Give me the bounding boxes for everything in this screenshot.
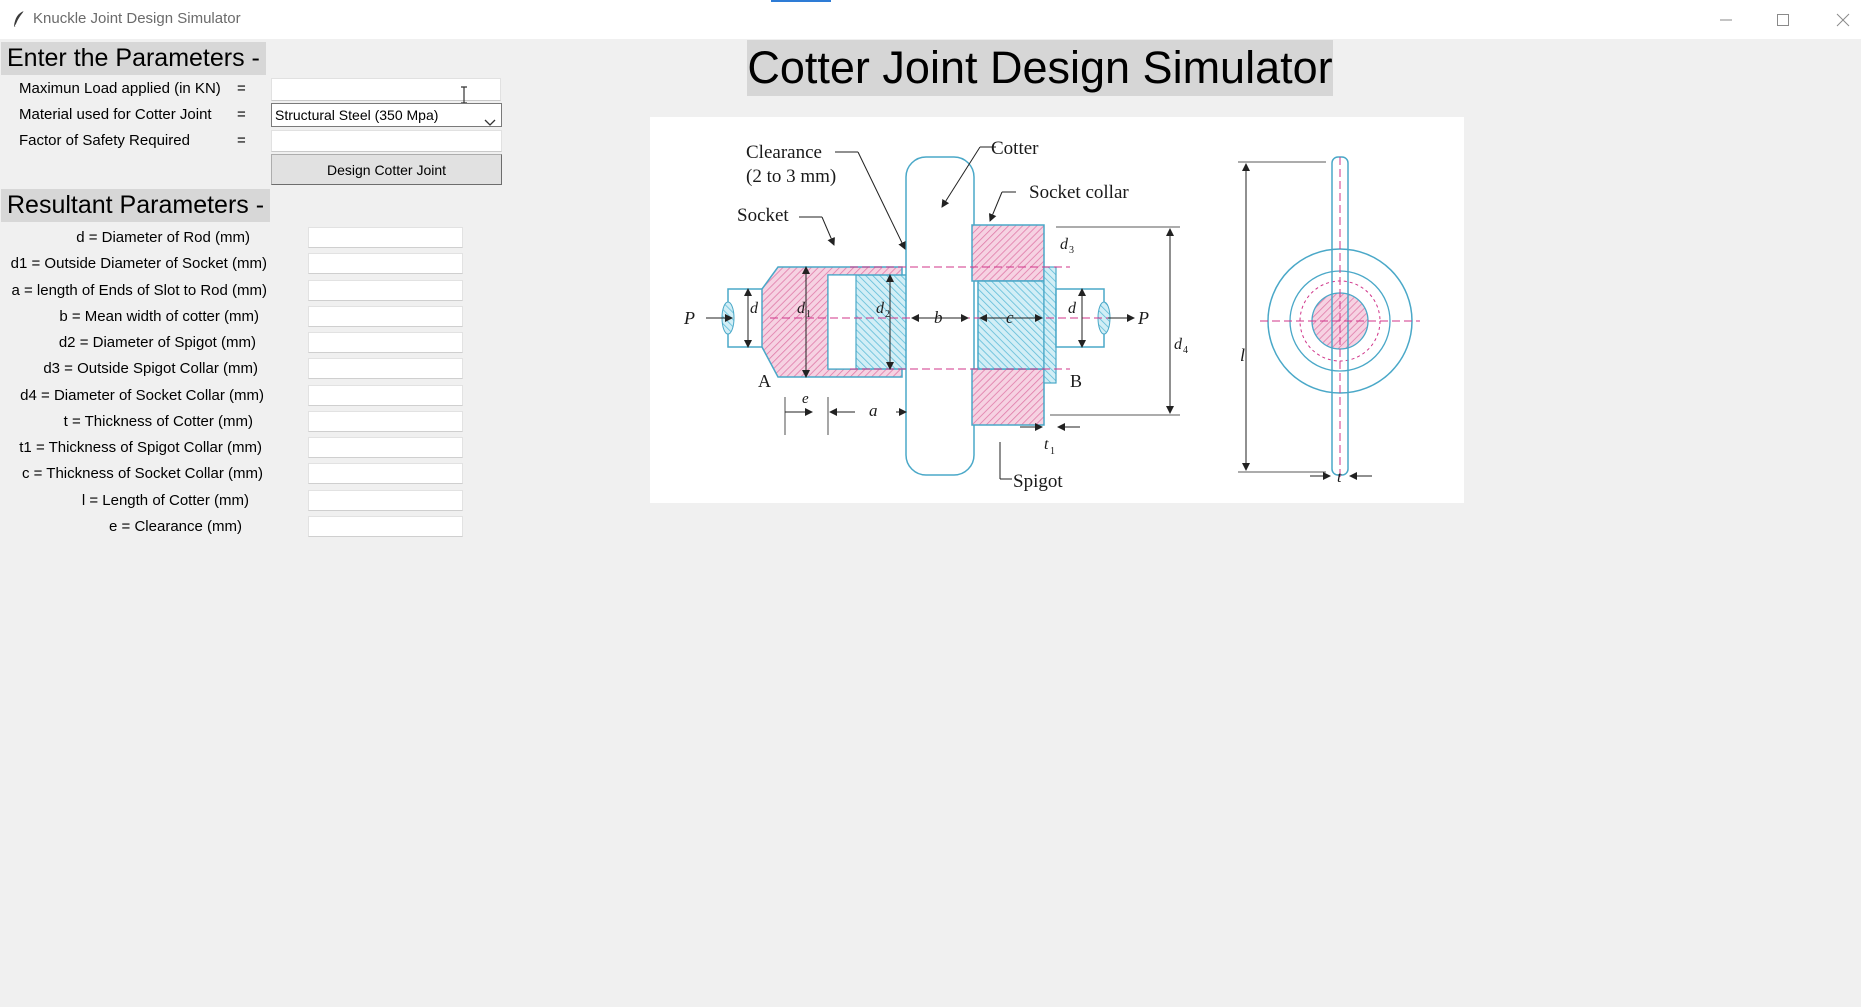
result-output-field[interactable] bbox=[308, 410, 463, 432]
result-output-field[interactable] bbox=[308, 305, 463, 327]
material-select-value: Structural Steel (350 Mpa) bbox=[275, 107, 439, 123]
d1-label: d bbox=[797, 300, 806, 317]
d3-sub-label: 3 bbox=[1069, 245, 1074, 256]
safety-factor-input[interactable] bbox=[271, 130, 502, 152]
c-dim-label: c bbox=[1006, 308, 1014, 327]
d4-sub-label: 4 bbox=[1183, 345, 1188, 356]
d-right-label: d bbox=[1068, 300, 1077, 317]
d2-label: d bbox=[876, 300, 885, 317]
t1-label: t bbox=[1044, 436, 1049, 453]
a-dim-label: a bbox=[869, 401, 878, 420]
close-button[interactable] bbox=[1814, 0, 1861, 39]
d1-sub-label: 1 bbox=[806, 309, 811, 320]
result-output-field[interactable] bbox=[308, 332, 463, 353]
result-output-field[interactable] bbox=[308, 489, 463, 511]
t-dim-label: t bbox=[1337, 469, 1342, 486]
minimize-icon bbox=[1720, 14, 1732, 26]
d3-label: d bbox=[1060, 236, 1069, 253]
max-load-equals: = bbox=[237, 80, 246, 97]
max-load-label: Maximun Load applied (in KN) bbox=[19, 80, 221, 97]
material-equals: = bbox=[237, 106, 246, 123]
input-section-heading: Enter the Parameters - bbox=[1, 42, 266, 75]
cotter-joint-diagram: Clearance (2 to 3 mm) Socket Cotter Sock… bbox=[650, 117, 1464, 503]
page-title: Cotter Joint Design Simulator bbox=[747, 40, 1333, 96]
clearance-range-label: (2 to 3 mm) bbox=[746, 166, 836, 187]
result-label: t = Thickness of Cotter (mm) bbox=[63, 412, 253, 430]
result-section-heading: Resultant Parameters - bbox=[1, 189, 271, 222]
t1-sub-label: 1 bbox=[1050, 446, 1055, 457]
result-label: d3 = Outside Spigot Collar (mm) bbox=[43, 360, 258, 378]
result-label: d1 = Outside Diameter of Socket (mm) bbox=[10, 255, 267, 273]
socket-label: Socket bbox=[737, 205, 789, 226]
window-title: Knuckle Joint Design Simulator bbox=[33, 10, 241, 27]
result-label: d2 = Diameter of Spigot (mm) bbox=[58, 334, 256, 351]
l-dim-label: l bbox=[1240, 345, 1245, 365]
feather-icon bbox=[9, 9, 29, 29]
result-label: b = Mean width of cotter (mm) bbox=[59, 307, 259, 325]
p-right-label: P bbox=[1137, 308, 1149, 328]
d4-label: d bbox=[1174, 336, 1183, 353]
d2-sub-label: 2 bbox=[885, 309, 890, 320]
result-label: d4 = Diameter of Socket Collar (mm) bbox=[20, 386, 264, 404]
maximize-icon bbox=[1777, 13, 1789, 26]
d-left-label: d bbox=[750, 300, 759, 317]
maximize-button[interactable] bbox=[1754, 0, 1812, 39]
p-left-label: P bbox=[683, 308, 695, 328]
result-label: a = length of Ends of Slot to Rod (mm) bbox=[11, 281, 267, 299]
result-label: l = Length of Cotter (mm) bbox=[81, 491, 249, 509]
result-output-field[interactable] bbox=[308, 253, 463, 275]
result-label: e = Clearance (mm) bbox=[109, 517, 242, 535]
result-output-field[interactable] bbox=[308, 515, 463, 537]
cotter-label: Cotter bbox=[991, 138, 1039, 159]
design-cotter-joint-button[interactable]: Design Cotter Joint bbox=[271, 154, 502, 185]
minimize-button[interactable] bbox=[1697, 0, 1755, 39]
result-label: c = Thickness of Socket Collar (mm) bbox=[21, 465, 263, 483]
material-select[interactable]: Structural Steel (350 Mpa) bbox=[271, 103, 502, 127]
result-output-field[interactable] bbox=[308, 463, 463, 485]
clearance-label: Clearance bbox=[746, 142, 822, 163]
point-a-label: A bbox=[758, 371, 771, 391]
result-output-field[interactable] bbox=[308, 437, 463, 458]
e-dim-label: e bbox=[802, 391, 809, 407]
spigot-label: Spigot bbox=[1013, 471, 1063, 492]
title-bar: Knuckle Joint Design Simulator bbox=[0, 0, 1861, 39]
b-dim-label: b bbox=[934, 308, 943, 327]
result-output-field[interactable] bbox=[308, 227, 463, 248]
close-icon bbox=[1836, 13, 1850, 27]
result-label: t1 = Thickness of Spigot Collar (mm) bbox=[19, 439, 262, 456]
title-accent bbox=[771, 0, 831, 2]
safety-factor-label: Factor of Safety Required bbox=[19, 132, 190, 149]
result-output-field[interactable] bbox=[308, 358, 463, 380]
point-b-label: B bbox=[1070, 371, 1082, 391]
material-label: Material used for Cotter Joint bbox=[19, 106, 212, 123]
result-label: d = Diameter of Rod (mm) bbox=[76, 229, 250, 246]
result-output-field[interactable] bbox=[308, 384, 463, 406]
result-output-field[interactable] bbox=[308, 279, 463, 301]
socket-collar-label: Socket collar bbox=[1029, 182, 1129, 203]
safety-factor-equals: = bbox=[237, 132, 246, 149]
